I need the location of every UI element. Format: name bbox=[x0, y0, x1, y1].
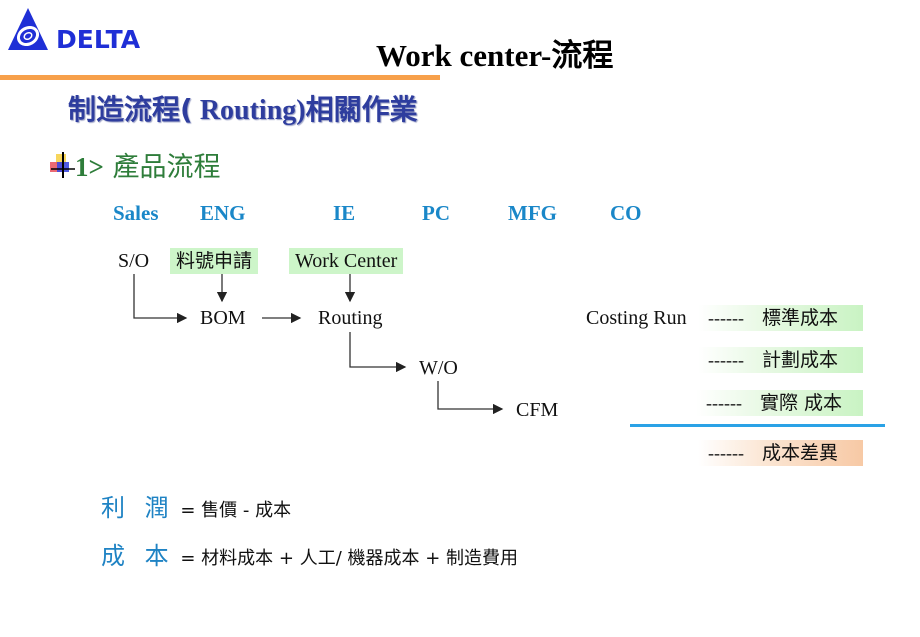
dept-sales: Sales bbox=[113, 201, 159, 225]
formula-cost: 成 本 = 材料成本 + 人工/ 機器成本 + 制造費用 bbox=[101, 536, 518, 571]
formula-profit: 利 潤 = 售價 - 成本 bbox=[101, 488, 291, 523]
node-cfm: CFM bbox=[516, 399, 559, 421]
dept-co: CO bbox=[610, 201, 642, 225]
cost-dash: ------ bbox=[708, 308, 744, 328]
bullet-icon bbox=[50, 152, 75, 178]
cost-variance: ------ 成本差異 bbox=[698, 440, 863, 466]
dept-ie: IE bbox=[333, 201, 356, 225]
node-costing-run: Costing Run bbox=[586, 307, 687, 329]
node-part-request: 料號申請 bbox=[170, 248, 259, 274]
cost-dash: ------ bbox=[708, 350, 744, 370]
title-divider bbox=[0, 75, 440, 80]
step-number: 1> bbox=[75, 152, 104, 182]
dept-eng: ENG bbox=[200, 201, 246, 225]
node-wo: W/O bbox=[419, 357, 458, 379]
cost-dash: ------ bbox=[708, 443, 744, 463]
subtitle-suffix: 相關作業 bbox=[305, 93, 418, 126]
dept-mfg: MFG bbox=[508, 201, 557, 225]
arrow-wo-to-cfm bbox=[437, 381, 504, 415]
cost-actual: ------ 實際 成本 bbox=[696, 390, 863, 416]
subtitle-latin: Routing) bbox=[192, 95, 306, 126]
arrow-so-to-bom bbox=[133, 274, 188, 324]
arrow-routing-to-wo bbox=[349, 332, 407, 373]
cost-label: 實際 成本 bbox=[759, 392, 843, 414]
node-bom: BOM bbox=[200, 307, 246, 329]
dept-pc: PC bbox=[422, 201, 450, 225]
cost-standard: ------ 標準成本 bbox=[698, 305, 863, 331]
step-label: 產品流程 bbox=[112, 152, 221, 183]
cost-dash: ------ bbox=[706, 393, 742, 413]
delta-logo: DELTA bbox=[8, 8, 141, 52]
page-title: Work center-流程 bbox=[376, 38, 614, 73]
logo-text: DELTA bbox=[56, 25, 141, 52]
formula-expression: = 售價 - 成本 bbox=[180, 500, 292, 521]
node-so: S/O bbox=[118, 250, 150, 272]
cost-label: 成本差異 bbox=[761, 442, 838, 464]
node-work-center: Work Center bbox=[289, 248, 404, 274]
formula-term: 成 本 bbox=[101, 542, 175, 570]
cost-label: 計劃成本 bbox=[761, 349, 838, 371]
section-subtitle: 制造流程( Routing)相關作業 bbox=[68, 88, 418, 128]
formula-expression: = 材料成本 + 人工/ 機器成本 + 制造費用 bbox=[180, 548, 519, 569]
cost-label: 標準成本 bbox=[761, 307, 838, 329]
cost-planned: ------ 計劃成本 bbox=[698, 347, 863, 373]
formula-term: 利 潤 bbox=[101, 494, 175, 522]
node-routing: Routing bbox=[318, 307, 383, 329]
subtitle-prefix: 制造流程( bbox=[68, 93, 193, 126]
cost-divider bbox=[630, 424, 885, 427]
step-heading: 1> 產品流程 bbox=[75, 145, 220, 184]
